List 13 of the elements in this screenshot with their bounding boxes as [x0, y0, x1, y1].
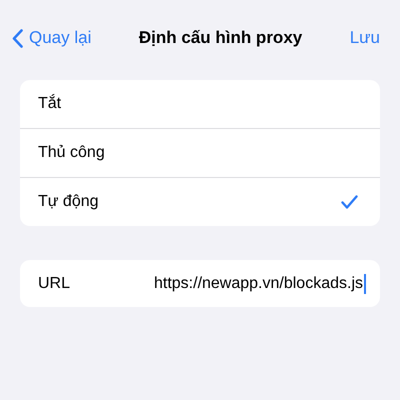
- option-label: Tắt: [38, 95, 62, 113]
- option-row[interactable]: Tắt: [20, 80, 380, 129]
- back-chevron-icon: [12, 28, 23, 48]
- url-label: URL: [38, 274, 72, 292]
- option-label: Thủ công: [38, 144, 105, 162]
- option-row[interactable]: Tự động: [20, 178, 380, 226]
- checkmark-icon: [341, 195, 358, 209]
- back-button[interactable]: Quay lại: [12, 28, 92, 48]
- option-label: Tự động: [38, 193, 99, 211]
- nav-title: Định cấu hình proxy: [138, 28, 302, 48]
- option-row[interactable]: Thủ công: [20, 129, 380, 178]
- save-button[interactable]: Lưu: [350, 28, 380, 48]
- url-input-field[interactable]: https://newapp.vn/blockads.js: [134, 274, 366, 294]
